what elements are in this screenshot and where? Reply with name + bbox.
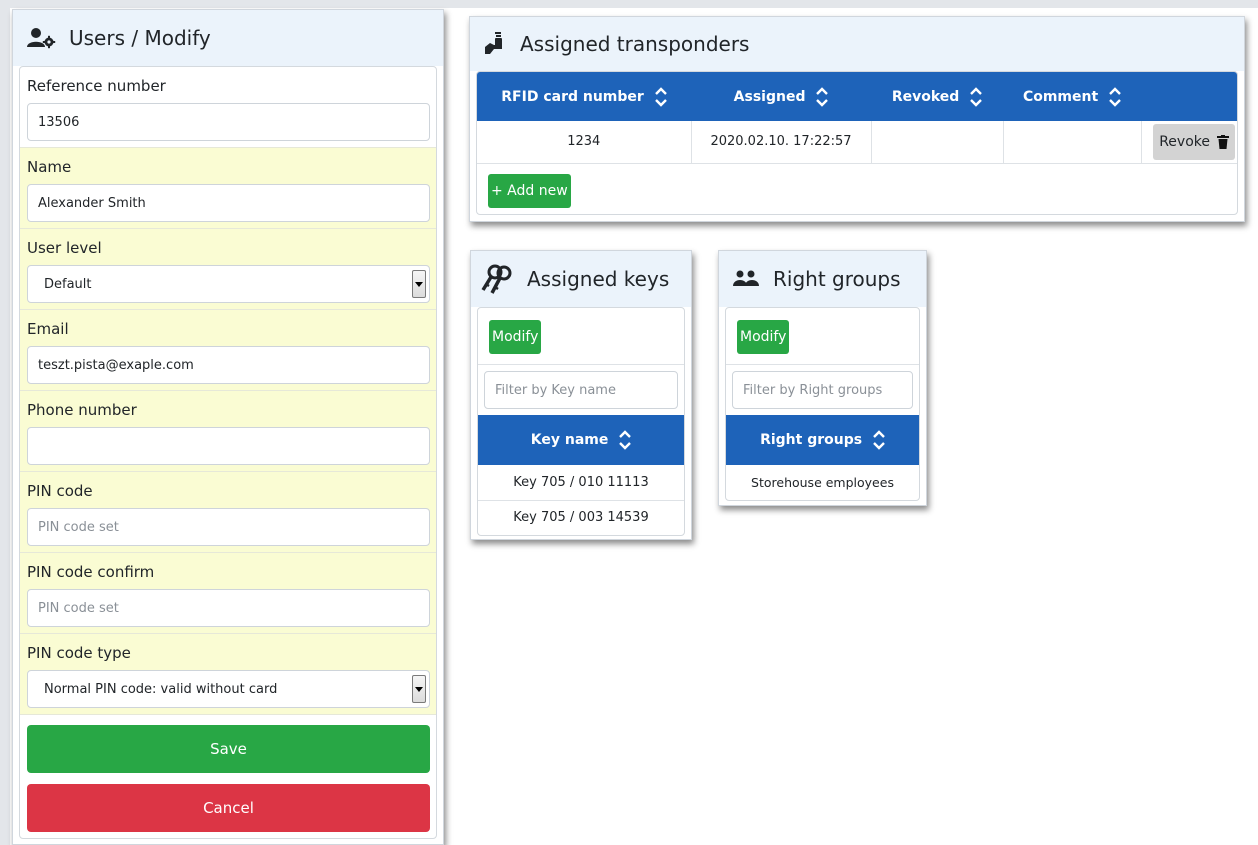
column-right-groups[interactable]: Right groups: [726, 415, 919, 465]
phone-field[interactable]: [27, 427, 430, 465]
reference-group: Reference number 13506: [20, 67, 436, 148]
user-form-panel: Users / Modify Reference number 13506 Na…: [12, 9, 444, 845]
keys-panel: Assigned keys Modify Filter by Key name …: [470, 250, 692, 540]
left-strip: [0, 0, 10, 845]
pin-type-select[interactable]: Normal PIN code: valid without card: [27, 670, 430, 708]
table-header-row: Right groups: [726, 415, 919, 465]
users-icon: [733, 270, 759, 286]
phone-group: Phone number: [20, 391, 436, 472]
phone-label: Phone number: [27, 401, 137, 419]
reference-input[interactable]: 13506: [27, 103, 430, 141]
pin-group: PIN code PIN code set: [20, 472, 436, 553]
sort-icon: [816, 86, 829, 107]
transponders-table: RFID card number Assigned Revoked Commen…: [477, 72, 1237, 164]
comment-cell: [1003, 121, 1142, 164]
add-new-button[interactable]: + Add new: [488, 173, 571, 208]
user-form: Reference number 13506 Name Alexander Sm…: [19, 66, 437, 839]
sort-icon: [970, 86, 983, 107]
right-groups-filter: Filter by Right groups: [726, 365, 919, 415]
rfid-card-hand-icon: [485, 32, 502, 54]
user-level-value: Default: [44, 276, 92, 292]
table-header-row: RFID card number Assigned Revoked Commen…: [477, 72, 1237, 121]
transponders-panel: Assigned transponders RFID card number A…: [469, 16, 1245, 222]
column-actions: [1141, 72, 1237, 121]
sort-icon: [873, 430, 885, 450]
keys-icon: [481, 264, 512, 294]
revoke-button[interactable]: Revoke: [1153, 123, 1235, 160]
user-level-group: User level Default: [20, 229, 436, 310]
cancel-button[interactable]: Cancel: [27, 784, 430, 832]
column-revoked[interactable]: Revoked: [871, 72, 1003, 121]
pin-type-label: PIN code type: [27, 644, 131, 662]
right-group-filter-input[interactable]: Filter by Right groups: [732, 371, 913, 409]
column-assigned[interactable]: Assigned: [691, 72, 871, 121]
name-input[interactable]: Alexander Smith: [27, 184, 430, 222]
pin-confirm-input[interactable]: PIN code set: [27, 589, 430, 627]
table-row: 1234 2020.02.10. 17:22:57 Revoke: [477, 121, 1237, 164]
transponders-body: RFID card number Assigned Revoked Commen…: [476, 71, 1238, 215]
sort-icon: [1109, 86, 1121, 107]
table-row[interactable]: Key 705 / 003 14539: [478, 500, 684, 535]
email-field[interactable]: teszt.pista@exaple.com: [27, 346, 430, 384]
right-groups-header: Right groups: [719, 251, 926, 307]
pin-confirm-label: PIN code confirm: [27, 563, 155, 581]
right-groups-table: Right groups Storehouse employees: [726, 415, 919, 500]
sort-icon: [619, 430, 632, 450]
key-name-filter-input[interactable]: Filter by Key name: [484, 371, 678, 409]
name-group: Name Alexander Smith: [20, 148, 436, 229]
keys-header: Assigned keys: [471, 251, 691, 307]
revoked-cell: [871, 121, 1004, 164]
right-groups-toolbar: Modify: [726, 308, 919, 365]
save-button[interactable]: Save: [27, 725, 430, 773]
top-strip: [0, 0, 1258, 8]
reference-label: Reference number: [27, 77, 166, 95]
table-row[interactable]: Key 705 / 010 11113: [478, 465, 684, 501]
pin-type-group: PIN code type Normal PIN code: valid wit…: [20, 634, 436, 715]
table-header-row: Key name: [478, 415, 684, 465]
right-group-cell: Storehouse employees: [751, 475, 894, 490]
sort-icon: [654, 86, 667, 107]
transponders-title: Assigned transponders: [520, 32, 750, 56]
rfid-card-number-cell: 1234: [477, 121, 692, 164]
right-groups-title: Right groups: [773, 267, 901, 291]
column-key-name[interactable]: Key name: [478, 415, 684, 465]
table-row[interactable]: Storehouse employees: [726, 465, 919, 500]
chevron-down-icon[interactable]: [412, 675, 426, 703]
user-level-label: User level: [27, 239, 102, 257]
name-label: Name: [27, 158, 72, 176]
user-level-select[interactable]: Default: [27, 265, 430, 303]
keys-modify-button[interactable]: Modify: [489, 320, 542, 354]
key-name-cell: Key 705 / 003 14539: [513, 510, 649, 526]
add-new-row: + Add new: [477, 164, 1237, 214]
pin-type-value: Normal PIN code: valid without card: [44, 681, 278, 697]
pin-label: PIN code: [27, 482, 93, 500]
chevron-down-icon[interactable]: [412, 270, 426, 298]
column-rfid-card-number[interactable]: RFID card number: [477, 72, 691, 121]
keys-filter: Filter by Key name: [478, 365, 684, 415]
assigned-cell: 2020.02.10. 17:22:57: [691, 121, 872, 164]
actions-cell: Revoke: [1141, 121, 1237, 164]
keys-body: Modify Filter by Key name Key name Key 7…: [477, 307, 685, 536]
pin-input[interactable]: PIN code set: [27, 508, 430, 546]
user-form-header: Users / Modify: [13, 10, 443, 66]
right-groups-body: Modify Filter by Right groups Right grou…: [725, 307, 920, 501]
column-comment[interactable]: Comment: [1003, 72, 1141, 121]
revoke-label: Revoke: [1159, 133, 1210, 150]
right-groups-panel: Right groups Modify Filter by Right grou…: [718, 250, 927, 506]
keys-title: Assigned keys: [527, 267, 670, 291]
keys-table: Key name Key 705 / 010 11113 Key 705 / 0…: [478, 415, 684, 535]
keys-toolbar: Modify: [478, 308, 684, 365]
trash-icon: [1217, 134, 1229, 149]
email-group: Email teszt.pista@exaple.com: [20, 310, 436, 391]
user-cog-icon: [27, 28, 56, 49]
key-name-cell: Key 705 / 010 11113: [478, 465, 684, 501]
right-groups-modify-button[interactable]: Modify: [737, 320, 790, 354]
page-title: Users / Modify: [69, 26, 211, 50]
transponders-header: Assigned transponders: [470, 17, 1244, 71]
email-label: Email: [27, 320, 69, 338]
pin-confirm-group: PIN code confirm PIN code set: [20, 553, 436, 634]
